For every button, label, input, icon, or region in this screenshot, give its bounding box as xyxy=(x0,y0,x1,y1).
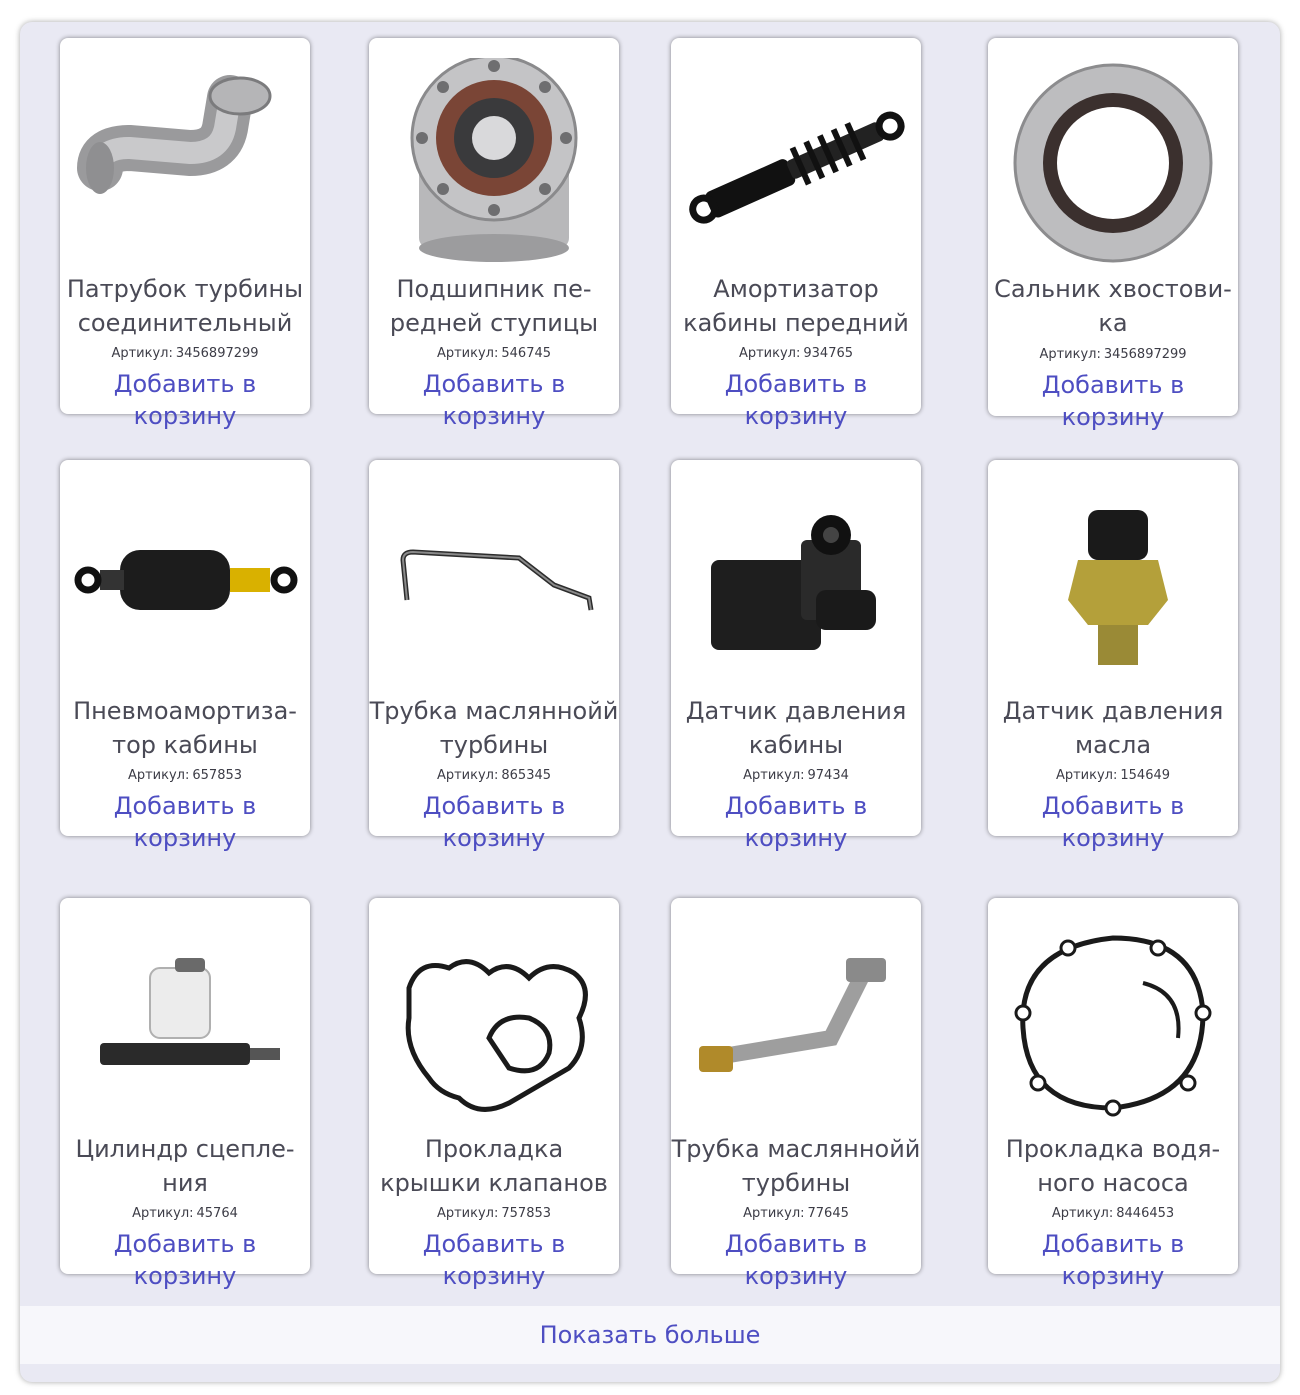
product-name: Цилиндр сцепле- ния xyxy=(75,1135,295,1197)
add-to-cart-link[interactable]: Добавить в корзину xyxy=(988,1228,1238,1292)
product-card[interactable]: Подшипник пе- редней ступицы Артикул: 546… xyxy=(369,38,619,430)
add-to-cart-link[interactable]: Добавить в корзину xyxy=(60,368,310,432)
product-card[interactable]: Цилиндр сцепле- ния Артикул: 45764 Добави… xyxy=(60,898,310,1290)
add-to-cart-link[interactable]: Добавить в корзину xyxy=(988,790,1238,854)
product-name: Пневмоамортиза- тор кабины xyxy=(73,697,297,759)
shock-absorber-icon[interactable] xyxy=(681,58,911,268)
product-name: Прокладка водя- ного насоса xyxy=(1005,1135,1221,1197)
product-name: Датчик давления кабины xyxy=(685,697,907,759)
add-to-cart-link[interactable]: Добавить в корзину xyxy=(369,1228,619,1292)
product-card[interactable]: Трубка масляннойй турбины Артикул: 77645 … xyxy=(671,898,921,1290)
oil-pressure-sensor-icon[interactable] xyxy=(998,480,1228,690)
add-to-cart-link[interactable]: Добавить в корзину xyxy=(671,790,921,854)
product-sku: Артикул: 8446453 xyxy=(1051,1206,1175,1221)
product-name: Трубка масляннойй турбины xyxy=(671,1135,921,1197)
product-card[interactable]: Трубка масляннойй турбины Артикул: 865345… xyxy=(369,460,619,852)
product-card[interactable]: Датчик давления масла Артикул: 154649 Доб… xyxy=(988,460,1238,852)
product-card[interactable]: Сальник хвостови- ка Артикул: 3456897299 … xyxy=(988,38,1238,431)
clutch-cylinder-icon[interactable] xyxy=(70,918,300,1128)
oil-seal-icon[interactable] xyxy=(998,58,1228,268)
pressure-sensor-icon[interactable] xyxy=(681,480,911,690)
oil-tube-icon[interactable] xyxy=(681,918,911,1128)
product-name: Трубка масляннойй турбины xyxy=(369,697,619,759)
add-to-cart-link[interactable]: Добавить в корзину xyxy=(369,790,619,854)
product-sku: Артикул: 154649 xyxy=(1055,768,1171,783)
product-card[interactable]: Прокладка крышки клапанов Артикул: 757853… xyxy=(369,898,619,1290)
product-sku: Артикул: 3456897299 xyxy=(1039,347,1187,362)
product-card[interactable]: Датчик давления кабины Артикул: 97434 Доб… xyxy=(671,460,921,852)
product-card[interactable]: Амортизатор кабины передний Артикул: 9347… xyxy=(671,38,921,430)
product-card[interactable]: Прокладка водя- ного насоса Артикул: 8446… xyxy=(988,898,1238,1290)
add-to-cart-link[interactable]: Добавить в корзину xyxy=(671,1228,921,1292)
product-name: Патрубок турбины соединительный xyxy=(66,275,304,337)
product-sku: Артикул: 757853 xyxy=(436,1206,552,1221)
show-more-button[interactable]: Показать больше xyxy=(20,1306,1280,1364)
product-card[interactable]: Пневмоамортиза- тор кабины Артикул: 65785… xyxy=(60,460,310,852)
product-sku: Артикул: 657853 xyxy=(127,768,243,783)
product-sku: Артикул: 934765 xyxy=(738,346,854,361)
water-pump-gasket-icon[interactable] xyxy=(998,918,1228,1128)
add-to-cart-link[interactable]: Добавить в корзину xyxy=(671,368,921,432)
hub-bearing-icon[interactable] xyxy=(379,58,609,268)
add-to-cart-link[interactable]: Добавить в корзину xyxy=(988,369,1238,433)
product-grid-panel: Патрубок турбины соединительный Артикул:… xyxy=(20,22,1280,1382)
product-sku: Артикул: 865345 xyxy=(436,768,552,783)
add-to-cart-link[interactable]: Добавить в корзину xyxy=(60,1228,310,1292)
product-sku: Артикул: 3456897299 xyxy=(111,346,259,361)
product-sku: Артикул: 45764 xyxy=(132,1206,238,1221)
product-name: Сальник хвостови- ка xyxy=(994,275,1232,337)
product-name: Амортизатор кабины передний xyxy=(683,275,909,337)
oil-tube-icon[interactable] xyxy=(379,480,609,690)
air-shock-icon[interactable] xyxy=(70,480,300,690)
add-to-cart-link[interactable]: Добавить в корзину xyxy=(60,790,310,854)
product-name: Датчик давления масла xyxy=(1002,697,1224,759)
add-to-cart-link[interactable]: Добавить в корзину xyxy=(369,368,619,432)
product-sku: Артикул: 77645 xyxy=(743,1206,849,1221)
product-card[interactable]: Патрубок турбины соединительный Артикул:… xyxy=(60,38,310,430)
product-sku: Артикул: 97434 xyxy=(743,768,849,783)
valve-gasket-icon[interactable] xyxy=(379,918,609,1128)
product-sku: Артикул: 546745 xyxy=(436,346,552,361)
turbo-pipe-icon[interactable] xyxy=(70,58,300,268)
product-name: Прокладка крышки клапанов xyxy=(380,1135,608,1197)
product-name: Подшипник пе- редней ступицы xyxy=(389,275,599,337)
